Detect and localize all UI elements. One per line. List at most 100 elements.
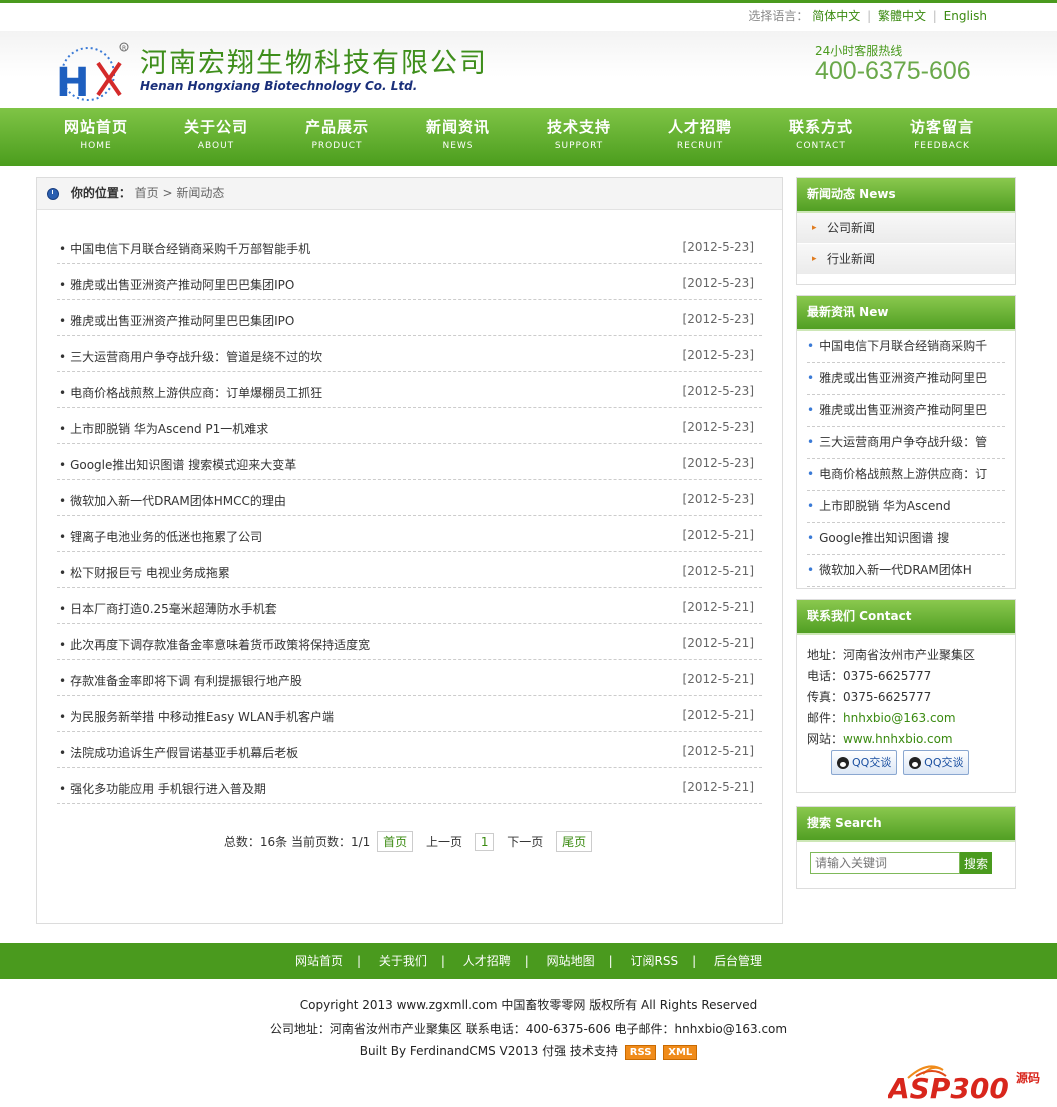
breadcrumb-home[interactable]: 首页: [135, 186, 159, 200]
news-category-title: 新闻动态 News: [797, 178, 1015, 213]
nav-about[interactable]: 关于公司 ABOUT: [156, 116, 276, 151]
breadcrumb-label: 你的位置：: [70, 186, 131, 200]
news-list-panel: 你的位置： 首页 > 新闻动态 中国电信下月联合经销商采购千万部智能手机[201…: [36, 177, 783, 924]
news-list: 中国电信下月联合经销商采购千万部智能手机[2012-5-23] 雅虎或出售亚洲资…: [57, 228, 762, 804]
site-header: H R 河南宏翔生物科技有限公司 Henan Hongxiang Biotech…: [0, 31, 1057, 108]
top-accent-line: [0, 0, 1057, 3]
pagination: 总数：16条 当前页数：1/1 首页 上一页 1 下一页 尾页: [37, 831, 782, 852]
latest-news-item[interactable]: Google推出知识图谱 搜: [807, 523, 1005, 555]
footer-link-admin[interactable]: 后台管理: [714, 954, 762, 968]
contact-web-link[interactable]: www.hnhxbio.com: [843, 732, 953, 746]
nav-feedback[interactable]: 访客留言 FEEDBACK: [882, 116, 1002, 151]
latest-news-box: 最新资讯 New 中国电信下月联合经销商采购千 雅虎或出售亚洲资产推动阿里巴 雅…: [796, 295, 1016, 589]
svg-text:R: R: [122, 45, 126, 52]
contact-web-label: 网站：: [807, 732, 844, 746]
qq-chat-button[interactable]: QQ交谈: [831, 750, 898, 775]
contact-phone: 电话：0375-6625777: [807, 669, 932, 683]
news-row[interactable]: 上市即脱销 华为Ascend P1一机难求[2012-5-23]: [57, 408, 762, 444]
news-row[interactable]: 强化多功能应用 手机银行进入普及期[2012-5-21]: [57, 768, 762, 804]
pager-first[interactable]: 首页: [377, 831, 414, 852]
nav-contact[interactable]: 联系方式 CONTACT: [761, 116, 881, 151]
latest-news-title: 最新资讯 New: [797, 296, 1015, 331]
news-row[interactable]: 雅虎或出售亚洲资产推动阿里巴巴集团IPO[2012-5-23]: [57, 300, 762, 336]
company-name-en: Henan Hongxiang Biotechnology Co. Ltd.: [140, 79, 418, 93]
brand-sub: 源码: [1016, 1070, 1040, 1085]
search-input[interactable]: [810, 852, 960, 874]
contact-address: 地址：河南省汝州市产业聚集区: [807, 648, 976, 662]
footer-link-sitemap[interactable]: 网站地图: [547, 954, 595, 968]
breadcrumb: 你的位置： 首页 > 新闻动态: [37, 178, 782, 210]
contact-fax: 传真：0375-6625777: [807, 690, 932, 704]
nav-news[interactable]: 新闻资讯 NEWS: [398, 116, 518, 151]
company-name-cn: 河南宏翔生物科技有限公司: [140, 48, 488, 79]
breadcrumb-current: > 新闻动态: [162, 186, 225, 200]
svg-text:H: H: [56, 60, 89, 103]
pager-total: 总数：16条: [223, 835, 288, 849]
latest-news-item[interactable]: 电商价格战煎熬上游供应商：订: [807, 459, 1005, 491]
nav-product[interactable]: 产品展示 PRODUCT: [277, 116, 397, 151]
footer-link-home[interactable]: 网站首页: [295, 954, 343, 968]
news-row[interactable]: 日本厂商打造0.25毫米超薄防水手机套[2012-5-21]: [57, 588, 762, 624]
news-row[interactable]: 此次再度下调存款准备金率意味着货币政策将保持适度宽[2012-5-21]: [57, 624, 762, 660]
qq-penguin-icon: [837, 757, 849, 769]
rss-badge[interactable]: RSS: [624, 1045, 657, 1060]
news-category-box: 新闻动态 News 公司新闻 行业新闻: [796, 177, 1016, 285]
language-selector: 选择语言： 简体中文 | 繁體中文 | English: [748, 9, 987, 23]
latest-news-item[interactable]: 雅虎或出售亚洲资产推动阿里巴: [807, 363, 1005, 395]
clock-icon: [47, 187, 59, 200]
footer-info: 公司地址：河南省汝州市产业聚集区 联系电话：400-6375-606 电子邮件：…: [269, 1022, 788, 1036]
news-row[interactable]: 存款准备金率即将下调 有利提振银行地产股[2012-5-21]: [57, 660, 762, 696]
news-row[interactable]: 松下财报巨亏 电视业务成拖累[2012-5-21]: [57, 552, 762, 588]
company-logo-icon[interactable]: H R: [50, 41, 130, 103]
news-row[interactable]: 为民服务新举措 中移动推Easy WLAN手机客户端[2012-5-21]: [57, 696, 762, 732]
latest-news-item[interactable]: 上市即脱销 华为Ascend: [807, 491, 1005, 523]
footer-copyright: Copyright 2013 www.zgxmll.com 中国畜牧零零网 版权…: [299, 998, 758, 1012]
qq-penguin-icon: [909, 757, 922, 769]
contact-mail-label: 邮件：: [807, 711, 844, 725]
hotline-number: 400-6375-606: [815, 57, 971, 85]
nav-support[interactable]: 技术支持 SUPPORT: [519, 116, 639, 151]
pager-last[interactable]: 尾页: [556, 831, 593, 852]
footer-link-rss[interactable]: 订阅RSS: [631, 954, 679, 968]
contact-title: 联系我们 Contact: [797, 600, 1015, 635]
latest-news-item[interactable]: 微软加入新一代DRAM团体H: [807, 555, 1005, 587]
pager-prev[interactable]: 上一页: [426, 835, 462, 849]
pager-current: 当前页数：1/1: [290, 835, 371, 849]
lang-traditional[interactable]: 繁體中文: [878, 9, 926, 23]
main-nav: 网站首页 HOME 关于公司 ABOUT 产品展示 PRODUCT 新闻资讯 NEWS …: [0, 108, 1057, 166]
search-box: 搜索 Search 搜索: [796, 806, 1016, 889]
footer-built: Built By FerdinandCMS V2013 付强 技术支持: [359, 1044, 618, 1058]
news-row[interactable]: 三大运营商用户争夺战升级：管道是绕不过的坎[2012-5-23]: [57, 336, 762, 372]
search-button[interactable]: 搜索: [960, 852, 993, 874]
contact-box: 联系我们 Contact 地址：河南省汝州市产业聚集区 电话：0375-6625…: [796, 599, 1016, 793]
pager-next[interactable]: 下一页: [507, 835, 543, 849]
latest-news-item[interactable]: 雅虎或出售亚洲资产推动阿里巴: [807, 395, 1005, 427]
latest-news-item[interactable]: 中国电信下月联合经销商采购千: [807, 331, 1005, 363]
lang-simplified[interactable]: 简体中文: [812, 9, 860, 23]
news-row[interactable]: 中国电信下月联合经销商采购千万部智能手机[2012-5-23]: [57, 228, 762, 264]
brand-text: ASP300: [888, 1072, 1009, 1103]
news-row[interactable]: 电商价格战煎熬上游供应商：订单爆棚员工抓狂[2012-5-23]: [57, 372, 762, 408]
site-footer: Copyright 2013 www.zgxmll.com 中国畜牧零零网 版权…: [0, 993, 1057, 1061]
footer-link-about[interactable]: 关于我们: [379, 954, 427, 968]
category-company-news[interactable]: 公司新闻: [797, 213, 1015, 244]
latest-news-item[interactable]: 三大运营商用户争夺战升级：管: [807, 427, 1005, 459]
pager-page-1[interactable]: 1: [474, 833, 495, 851]
contact-mail-link[interactable]: hnhxbio@163.com: [843, 711, 956, 725]
nav-home[interactable]: 网站首页 HOME: [36, 116, 156, 151]
news-row[interactable]: 法院成功追诉生产假冒诺基亚手机幕后老板[2012-5-21]: [57, 732, 762, 768]
qq-chat-button[interactable]: QQ交谈: [903, 750, 970, 775]
xml-badge[interactable]: XML: [663, 1045, 698, 1060]
footer-link-recruit[interactable]: 人才招聘: [463, 954, 511, 968]
news-row[interactable]: 锂离子电池业务的低迷也拖累了公司[2012-5-21]: [57, 516, 762, 552]
news-row[interactable]: 微软加入新一代DRAM团体HMCC的理由[2012-5-23]: [57, 480, 762, 516]
search-title: 搜索 Search: [797, 807, 1015, 842]
footer-nav: 网站首页 | 关于我们 | 人才招聘 | 网站地图 | 订阅RSS | 后台管理: [0, 943, 1057, 979]
nav-recruit[interactable]: 人才招聘 RECRUIT: [640, 116, 760, 151]
news-row[interactable]: Google推出知识图谱 搜索模式迎来大变革[2012-5-23]: [57, 444, 762, 480]
asp300-watermark-logo: ASP300 源码: [886, 1058, 1048, 1105]
lang-english[interactable]: English: [944, 9, 987, 23]
category-industry-news[interactable]: 行业新闻: [797, 244, 1015, 275]
news-row[interactable]: 雅虎或出售亚洲资产推动阿里巴巴集团IPO[2012-5-23]: [57, 264, 762, 300]
language-label: 选择语言：: [748, 9, 809, 23]
